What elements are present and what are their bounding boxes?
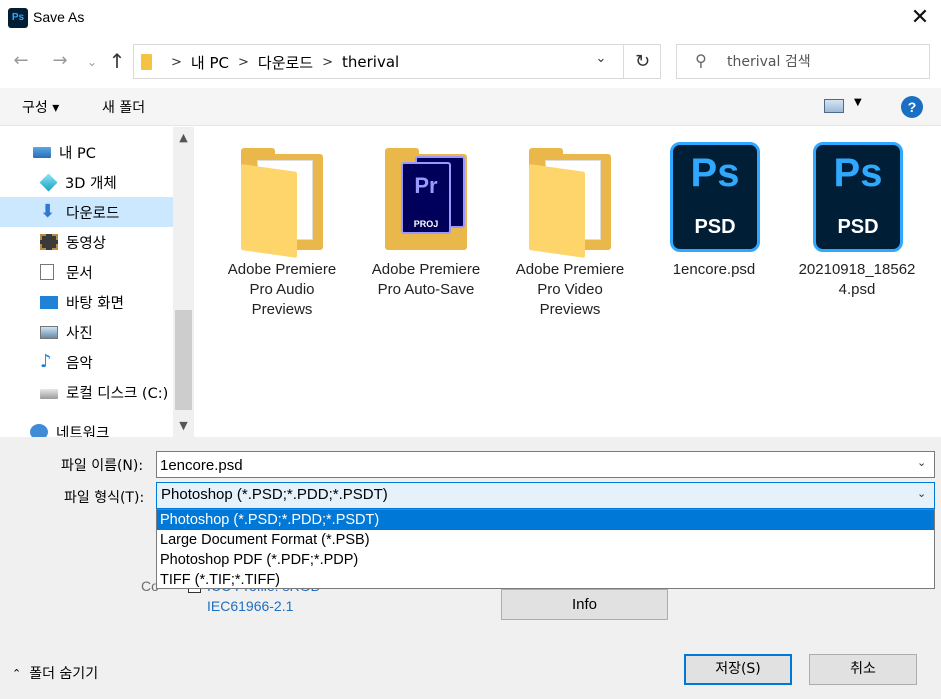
- pictures-icon: [40, 325, 58, 339]
- file-item-folder[interactable]: Pr PROJ Adobe Premiere Pro Auto-Save: [366, 142, 486, 300]
- search-box[interactable]: ⚲: [676, 44, 930, 79]
- recent-locations-chevron-icon[interactable]: ⌄: [83, 49, 101, 75]
- chevron-down-icon[interactable]: ⌄: [917, 487, 926, 500]
- network-icon: [30, 424, 48, 437]
- new-folder-button[interactable]: 새 폴더: [102, 97, 145, 117]
- chevron-right-icon: >: [171, 54, 182, 70]
- scrollbar-thumb[interactable]: [175, 310, 192, 410]
- up-arrow-icon[interactable]: ↑: [104, 48, 130, 74]
- file-item-psd[interactable]: Ps PSD 1encore.psd: [654, 142, 774, 280]
- search-icon: ⚲: [695, 51, 707, 70]
- cancel-button[interactable]: 취소: [809, 654, 917, 685]
- save-button[interactable]: 저장(S): [684, 654, 792, 685]
- info-button[interactable]: Info: [501, 589, 668, 620]
- file-item-folder[interactable]: Adobe Premiere Pro Video Previews: [510, 142, 630, 320]
- 3d-objects-icon: [39, 172, 58, 192]
- filetype-dropdown-list[interactable]: Photoshop (*.PSD;*.PDD;*.PSDT) Large Doc…: [156, 509, 935, 589]
- help-icon[interactable]: ?: [901, 96, 923, 118]
- sidebar-scrollbar[interactable]: ▲ ▼: [173, 127, 194, 437]
- folder-icon: [523, 142, 617, 258]
- icc-profile-link-continued[interactable]: IEC61966-2.1: [207, 598, 293, 614]
- folder-icon: [141, 54, 152, 70]
- chevron-right-icon[interactable]: >: [322, 55, 333, 70]
- back-arrow-icon[interactable]: ←: [8, 48, 34, 74]
- sidebar-item-desktop[interactable]: 바탕 화면: [0, 287, 173, 317]
- breadcrumb-item[interactable]: 다운로드: [258, 52, 313, 73]
- sidebar-item-music[interactable]: ♪ 음악: [0, 347, 173, 377]
- search-input[interactable]: [727, 52, 923, 72]
- scroll-up-icon[interactable]: ▲: [173, 127, 194, 149]
- sidebar-item-local-disk[interactable]: 로컬 디스크 (C:): [0, 377, 173, 407]
- sidebar-item-network[interactable]: 네트워크: [0, 417, 173, 437]
- pc-icon: [33, 146, 51, 158]
- file-item-psd[interactable]: Ps PSD 20210918_185624.psd: [798, 142, 916, 300]
- video-icon: [40, 234, 58, 250]
- sidebar-item-videos[interactable]: 동영상: [0, 227, 173, 257]
- file-name: Adobe Premiere Pro Video Previews: [515, 261, 625, 318]
- refresh-icon[interactable]: ↻: [623, 45, 661, 78]
- chevron-right-icon[interactable]: >: [238, 55, 249, 70]
- filetype-option[interactable]: Photoshop PDF (*.PDF;*.PDP): [157, 550, 934, 570]
- document-icon: [40, 264, 54, 280]
- folder-icon: [235, 142, 329, 258]
- title-bar: Ps Save As ✕: [0, 0, 941, 36]
- filetype-label: 파일 형식(T):: [64, 490, 145, 506]
- psd-file-icon: Ps PSD: [810, 142, 904, 252]
- chevron-down-icon[interactable]: ▼: [854, 97, 862, 108]
- sidebar-item-documents[interactable]: 문서: [0, 257, 173, 287]
- organize-button[interactable]: 구성 ▾: [22, 97, 59, 117]
- filetype-selected-value: Photoshop (*.PSD;*.PDD;*.PSDT): [161, 486, 388, 503]
- view-options-icon[interactable]: [824, 99, 844, 113]
- chevron-down-icon[interactable]: ⌄: [591, 51, 611, 66]
- breadcrumb-item[interactable]: therival: [342, 53, 399, 71]
- close-button[interactable]: ✕: [903, 6, 937, 32]
- filename-combobox[interactable]: ⌄: [156, 451, 935, 478]
- file-name: 1encore.psd: [672, 261, 756, 278]
- sidebar-item-downloads[interactable]: ⬇ 다운로드: [0, 197, 173, 227]
- breadcrumb-item[interactable]: 내 PC: [191, 52, 229, 73]
- chevron-up-icon: ⌃: [12, 666, 22, 680]
- file-name: Adobe Premiere Pro Auto-Save: [371, 261, 481, 298]
- desktop-icon: [40, 295, 58, 309]
- address-bar[interactable]: > 내 PC > 다운로드 > therival ⌄ ↻: [133, 44, 661, 79]
- chevron-down-icon[interactable]: ⌄: [917, 456, 926, 469]
- music-icon: ♪: [40, 351, 52, 372]
- filetype-option[interactable]: Photoshop (*.PSD;*.PDD;*.PSDT): [157, 510, 934, 530]
- filetype-option[interactable]: TIFF (*.TIF;*.TIFF): [157, 570, 934, 590]
- file-name: Adobe Premiere Pro Audio Previews: [227, 261, 337, 318]
- file-name: 20210918_185624.psd: [798, 261, 916, 298]
- hide-folders-toggle[interactable]: ⌃ 폴더 숨기기: [12, 663, 98, 683]
- file-item-folder[interactable]: Adobe Premiere Pro Audio Previews: [222, 142, 342, 320]
- filetype-option[interactable]: Large Document Format (*.PSB): [157, 530, 934, 550]
- filetype-select[interactable]: Photoshop (*.PSD;*.PDD;*.PSDT) ⌄: [156, 482, 935, 509]
- drive-icon: [40, 389, 58, 399]
- sidebar-item-this-pc[interactable]: 내 PC: [0, 137, 173, 167]
- navigation-pane: 내 PC 3D 개체 ⬇ 다운로드 동영상 문서 바탕 화면 사진 ♪ 음악 로…: [0, 127, 194, 437]
- hide-folders-label: 폴더 숨기기: [29, 666, 99, 682]
- premiere-folder-icon: Pr PROJ: [379, 142, 473, 252]
- photoshop-app-icon: Ps: [8, 8, 28, 28]
- sidebar-item-3d-objects[interactable]: 3D 개체: [0, 167, 173, 197]
- filename-label: 파일 이름(N):: [61, 458, 144, 474]
- window-title: Save As: [33, 9, 85, 25]
- filename-input[interactable]: [160, 455, 900, 475]
- psd-file-icon: Ps PSD: [667, 142, 761, 252]
- toolbar: 구성 ▾ 새 폴더 ▼ ?: [0, 88, 941, 126]
- forward-arrow-icon[interactable]: →: [47, 48, 73, 74]
- breadcrumb: > 내 PC > 다운로드 > therival: [162, 52, 399, 72]
- download-icon: ⬇: [40, 201, 56, 222]
- scroll-down-icon[interactable]: ▼: [173, 415, 194, 437]
- sidebar-item-pictures[interactable]: 사진: [0, 317, 173, 347]
